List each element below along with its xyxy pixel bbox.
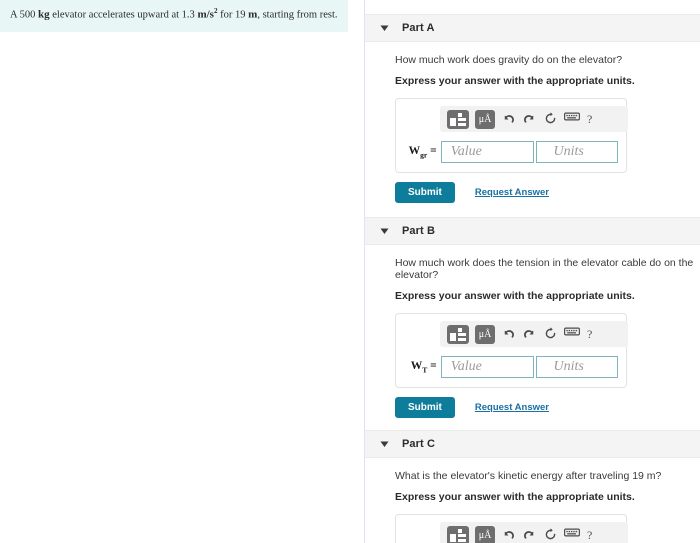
chevron-down-icon[interactable] — [378, 225, 390, 237]
part-b-submit-button[interactable]: Submit — [395, 397, 455, 418]
part-b: Part B How much work does the tension in… — [365, 217, 700, 418]
part-a-body: How much work does gravity do on the ele… — [365, 42, 700, 203]
part-b-value-input[interactable]: Value — [440, 356, 535, 378]
math-template-icon[interactable] — [447, 324, 469, 344]
keyboard-icon[interactable] — [564, 527, 580, 543]
part-a-variable-label: Wgr = — [408, 144, 437, 160]
problem-text-3: for 19 — [217, 9, 249, 21]
part-b-actions: Submit Request Answer — [395, 397, 700, 418]
part-a: Part A How much work does gravity do on … — [365, 14, 700, 203]
undo-icon[interactable] — [501, 326, 517, 343]
problem-panel: A 500 kg elevator accelerates upward at … — [0, 0, 365, 543]
part-c-answer-box: μÅ ? — [395, 514, 628, 543]
parts-panel: Part A How much work does gravity do on … — [365, 0, 700, 543]
redo-icon[interactable] — [522, 326, 538, 343]
part-b-spacer — [365, 418, 700, 430]
part-c-toolbar: μÅ ? — [440, 522, 628, 543]
part-b-toolbar: μÅ ? — [440, 321, 628, 347]
part-a-answer-row: Wgr = Value Units — [404, 141, 618, 163]
part-b-title: Part B — [402, 225, 435, 237]
part-a-title: Part A — [402, 22, 435, 34]
units-icon[interactable]: μÅ — [475, 109, 495, 129]
part-c: Part C What is the elevator's kinetic en… — [365, 430, 700, 543]
part-b-request-answer-link[interactable]: Request Answer — [475, 402, 549, 413]
problem-text-1: A 500 — [10, 9, 39, 21]
reset-icon[interactable] — [543, 527, 559, 543]
units-icon[interactable]: μÅ — [475, 324, 495, 344]
part-b-body: How much work does the tension in the el… — [365, 245, 700, 418]
distance-unit: m — [248, 8, 258, 21]
chevron-down-icon[interactable] — [378, 22, 390, 34]
part-c-header[interactable]: Part C — [365, 430, 700, 458]
part-a-instruction: Express your answer with the appropriate… — [395, 75, 635, 87]
problem-text-2: elevator accelerates upward at 1.3 — [49, 9, 198, 21]
part-a-answer-box: μÅ ? Wgr = Value Units — [395, 98, 628, 173]
redo-icon[interactable] — [522, 527, 538, 543]
help-icon[interactable]: ? — [585, 112, 592, 127]
part-c-question: What is the elevator's kinetic energy af… — [395, 470, 662, 482]
part-a-question: How much work does gravity do on the ele… — [395, 54, 623, 66]
part-b-units-input[interactable]: Units — [536, 356, 618, 378]
math-template-icon[interactable] — [447, 109, 469, 129]
top-spacer — [365, 0, 700, 14]
part-a-submit-button[interactable]: Submit — [395, 182, 455, 203]
mass-unit: kg — [38, 8, 50, 21]
part-c-instruction: Express your answer with the appropriate… — [395, 491, 635, 503]
problem-statement: A 500 kg elevator accelerates upward at … — [0, 0, 348, 32]
help-icon[interactable]: ? — [585, 327, 592, 342]
chevron-down-icon[interactable] — [378, 438, 390, 450]
part-b-answer-row: WT = Value Units — [404, 356, 618, 378]
help-icon[interactable]: ? — [585, 528, 592, 543]
part-c-body: What is the elevator's kinetic energy af… — [365, 458, 700, 543]
undo-icon[interactable] — [501, 527, 517, 543]
part-b-instruction: Express your answer with the appropriate… — [395, 290, 635, 302]
part-b-header[interactable]: Part B — [365, 217, 700, 245]
reset-icon[interactable] — [543, 326, 559, 343]
part-b-answer-box: μÅ ? WT = Value Units — [395, 313, 628, 388]
part-a-toolbar: μÅ ? — [440, 106, 628, 132]
part-a-spacer — [365, 203, 700, 217]
part-b-variable-label: WT = — [410, 359, 437, 375]
math-template-icon[interactable] — [447, 525, 469, 543]
part-a-actions: Submit Request Answer — [395, 182, 700, 203]
keyboard-icon[interactable] — [564, 111, 580, 128]
part-a-value-input[interactable]: Value — [440, 141, 535, 163]
problem-text-4: , starting from rest. — [257, 9, 338, 21]
keyboard-icon[interactable] — [564, 326, 580, 343]
part-a-request-answer-link[interactable]: Request Answer — [475, 187, 549, 198]
page-root: A 500 kg elevator accelerates upward at … — [0, 0, 700, 543]
part-b-question: How much work does the tension in the el… — [395, 257, 694, 281]
undo-icon[interactable] — [501, 111, 517, 128]
part-c-title: Part C — [402, 438, 435, 450]
part-a-units-input[interactable]: Units — [536, 141, 618, 163]
units-icon[interactable]: μÅ — [475, 525, 495, 543]
accel-unit-numerator: m — [197, 8, 207, 21]
reset-icon[interactable] — [543, 111, 559, 128]
part-a-header[interactable]: Part A — [365, 14, 700, 42]
redo-icon[interactable] — [522, 111, 538, 128]
